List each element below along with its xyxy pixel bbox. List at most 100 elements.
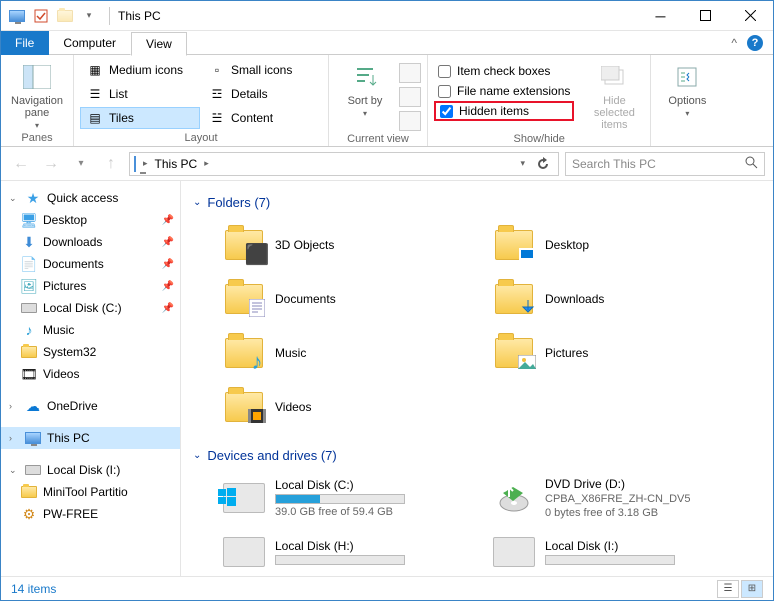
content-pane: ⌄Folders (7) ⬛3D Objects Desktop Documen… xyxy=(181,181,773,576)
folder-music[interactable]: ♪Music xyxy=(223,328,473,378)
size-columns-button[interactable] xyxy=(399,111,421,131)
address-history-icon[interactable]: ▾ xyxy=(517,158,528,169)
sidebar-local-disk-i[interactable]: ⌄Local Disk (I:) xyxy=(1,459,180,481)
layout-tiles[interactable]: ▤Tiles xyxy=(80,107,200,129)
pin-icon: 📌 xyxy=(162,215,174,226)
sort-by-button[interactable]: Sort by ▾ xyxy=(335,59,395,118)
refresh-icon[interactable] xyxy=(532,153,554,175)
recent-locations-button[interactable]: ▾ xyxy=(69,152,93,176)
item-count: 14 items xyxy=(11,582,56,596)
navigation-sidebar: ⌄★Quick access 🖥Desktop📌 ⬇Downloads📌 📄Do… xyxy=(1,181,181,576)
app-icon: ⚙ xyxy=(21,506,37,522)
breadcrumb-this-pc[interactable]: This PC xyxy=(155,157,198,171)
forward-button[interactable]: → xyxy=(39,152,63,176)
drive-local-disk-h[interactable]: Local Disk (H:) xyxy=(223,527,473,576)
folder-icon xyxy=(21,484,37,500)
folder-downloads[interactable]: Downloads xyxy=(493,274,743,324)
qat-properties-icon[interactable] xyxy=(31,6,51,26)
hidden-items-checkbox[interactable]: Hidden items xyxy=(434,101,574,121)
folder-icon xyxy=(21,344,37,360)
chevron-down-icon[interactable]: ⌄ xyxy=(9,193,19,204)
large-icons-view-button[interactable]: ⊞ xyxy=(741,580,763,598)
root-dropdown-icon[interactable]: ▸ xyxy=(140,158,151,169)
item-check-boxes-checkbox[interactable]: Item check boxes xyxy=(434,61,574,81)
document-icon: 📄 xyxy=(21,256,37,272)
details-view-button[interactable]: ☰ xyxy=(717,580,739,598)
folder-3d-objects[interactable]: ⬛3D Objects xyxy=(223,220,473,270)
chevron-down-icon[interactable]: ⌄ xyxy=(9,465,19,476)
address-row: ← → ▾ ↑ ▸ This PC ▸ ▾ Search This PC xyxy=(1,147,773,181)
desktop-icon: 🖥 xyxy=(21,212,37,228)
space-bar xyxy=(275,494,405,504)
ribbon: Navigation pane ▾ Panes ▦Medium icons ▫S… xyxy=(1,55,773,147)
space-bar xyxy=(545,555,675,565)
layout-small-icons[interactable]: ▫Small icons xyxy=(202,59,322,81)
ribbon-group-layout: ▦Medium icons ▫Small icons ☰List ☲Detail… xyxy=(74,55,329,146)
layout-details[interactable]: ☲Details xyxy=(202,83,322,105)
qat-new-folder-icon[interactable] xyxy=(55,6,75,26)
folders-section-header[interactable]: ⌄Folders (7) xyxy=(193,195,761,210)
chevron-right-icon[interactable]: › xyxy=(9,433,19,443)
sidebar-item-desktop[interactable]: 🖥Desktop📌 xyxy=(1,209,180,231)
sidebar-this-pc[interactable]: ›This PC xyxy=(1,427,180,449)
tab-file[interactable]: File xyxy=(1,31,49,55)
tab-computer[interactable]: Computer xyxy=(49,31,131,55)
window-title: This PC xyxy=(114,9,638,23)
picture-icon: 🖼 xyxy=(21,278,37,294)
sidebar-item-minitool[interactable]: MiniTool Partitio xyxy=(1,481,180,503)
drive-dvd-d[interactable]: DVD Drive (D:)CPBA_X86FRE_ZH-CN_DV50 byt… xyxy=(493,473,743,523)
hide-selected-items-button: Hide selected items xyxy=(584,59,644,131)
sidebar-item-downloads[interactable]: ⬇Downloads📌 xyxy=(1,231,180,253)
sidebar-item-system32[interactable]: System32 xyxy=(1,341,180,363)
file-name-extensions-checkbox[interactable]: File name extensions xyxy=(434,81,574,101)
add-columns-button[interactable] xyxy=(399,87,421,107)
layout-list[interactable]: ☰List xyxy=(80,83,200,105)
sidebar-quick-access[interactable]: ⌄★Quick access xyxy=(1,187,180,209)
status-bar: 14 items ☰ ⊞ xyxy=(1,576,773,600)
qat-customize-icon[interactable]: ▾ xyxy=(79,6,99,26)
back-button[interactable]: ← xyxy=(9,152,33,176)
pin-icon: 📌 xyxy=(162,259,174,270)
ribbon-tabs: File Computer View ^ ? xyxy=(1,31,773,55)
collapse-ribbon-icon[interactable]: ^ xyxy=(731,36,737,50)
sidebar-item-videos[interactable]: 🎞Videos xyxy=(1,363,180,385)
sidebar-item-pictures[interactable]: 🖼Pictures📌 xyxy=(1,275,180,297)
layout-medium-icons[interactable]: ▦Medium icons xyxy=(80,59,200,81)
navigation-pane-button[interactable]: Navigation pane ▾ xyxy=(7,59,67,130)
sidebar-onedrive[interactable]: ›☁OneDrive xyxy=(1,395,180,417)
search-input[interactable]: Search This PC xyxy=(565,152,765,176)
help-icon[interactable]: ? xyxy=(747,35,763,51)
sidebar-item-music[interactable]: ♪Music xyxy=(1,319,180,341)
folder-desktop[interactable]: Desktop xyxy=(493,220,743,270)
folder-pictures[interactable]: Pictures xyxy=(493,328,743,378)
chevron-down-icon: ⌄ xyxy=(193,197,201,208)
layout-content[interactable]: ☱Content xyxy=(202,107,322,129)
group-by-button[interactable] xyxy=(399,63,421,83)
sidebar-item-pw-free[interactable]: ⚙PW-FREE xyxy=(1,503,180,525)
music-icon: ♪ xyxy=(21,322,37,338)
title-bar: ▾ This PC ─ xyxy=(1,1,773,31)
crumb-dropdown-icon[interactable]: ▸ xyxy=(201,158,212,169)
star-icon: ★ xyxy=(25,190,41,206)
ribbon-group-current-view: Sort by ▾ Current view xyxy=(329,55,428,146)
address-bar[interactable]: ▸ This PC ▸ ▾ xyxy=(129,152,559,176)
chevron-right-icon[interactable]: › xyxy=(9,401,19,411)
close-button[interactable] xyxy=(728,1,773,31)
drives-section-header[interactable]: ⌄Devices and drives (7) xyxy=(193,448,761,463)
options-button[interactable]: Options ▾ xyxy=(657,59,717,130)
minimize-button[interactable]: ─ xyxy=(638,1,683,31)
drive-local-disk-i[interactable]: Local Disk (I:) xyxy=(493,527,743,576)
up-button[interactable]: ↑ xyxy=(99,152,123,176)
tab-view[interactable]: View xyxy=(131,32,187,56)
pin-icon: 📌 xyxy=(162,281,174,292)
folder-documents[interactable]: Documents xyxy=(223,274,473,324)
drive-local-disk-c[interactable]: Local Disk (C:)39.0 GB free of 59.4 GB xyxy=(223,473,473,523)
sidebar-item-documents[interactable]: 📄Documents📌 xyxy=(1,253,180,275)
ribbon-group-options: Options ▾ xyxy=(651,55,723,146)
system-icon[interactable] xyxy=(7,6,27,26)
sidebar-item-local-disk-c[interactable]: Local Disk (C:)📌 xyxy=(1,297,180,319)
maximize-button[interactable] xyxy=(683,1,728,31)
space-bar xyxy=(275,555,405,565)
pin-icon: 📌 xyxy=(162,303,174,314)
folder-videos[interactable]: Videos xyxy=(223,382,473,432)
